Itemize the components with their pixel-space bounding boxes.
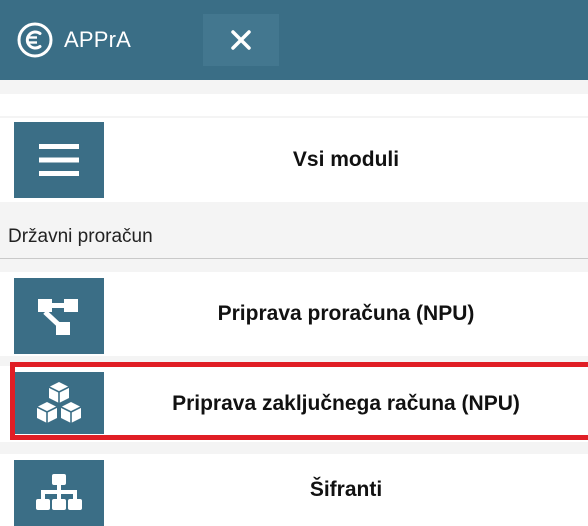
menu-item-label: Priprava proračuna (NPU)	[217, 302, 475, 325]
menu-item-final-account-preparation[interactable]: Priprava zaključnega računa (NPU)	[0, 366, 588, 442]
menu-item-code-lists[interactable]: Šifranti	[0, 454, 588, 526]
menu-item-label: Vsi moduli	[292, 148, 400, 171]
hamburger-menu-icon	[39, 144, 79, 176]
menu-item-label: Šifranti	[309, 478, 383, 501]
all-modules-tile	[14, 122, 104, 198]
code-lists-tile	[14, 460, 104, 526]
euro-circle-icon	[17, 22, 53, 58]
menu-item-all-modules[interactable]: Vsi moduli	[0, 118, 588, 202]
app-tab[interactable]: APPrA	[16, 14, 131, 66]
menu-item-budget-preparation[interactable]: Priprava proračuna (NPU)	[0, 272, 588, 356]
header-gap	[0, 80, 588, 94]
menu-item-label: Priprava zaključnega računa (NPU)	[172, 392, 520, 415]
top-band	[0, 94, 588, 116]
section-title: Državni proračun	[8, 226, 153, 247]
cubes-icon	[36, 382, 82, 423]
budget-preparation-tile	[14, 278, 104, 354]
flow-nodes-icon	[38, 299, 78, 335]
final-account-tile	[14, 372, 104, 434]
app-header: APPrA	[0, 0, 588, 80]
app-title: APPrA	[64, 27, 132, 52]
section-divider	[0, 258, 588, 259]
close-icon	[231, 30, 251, 50]
close-tab-button[interactable]	[203, 14, 279, 66]
hierarchy-icon	[36, 474, 82, 510]
